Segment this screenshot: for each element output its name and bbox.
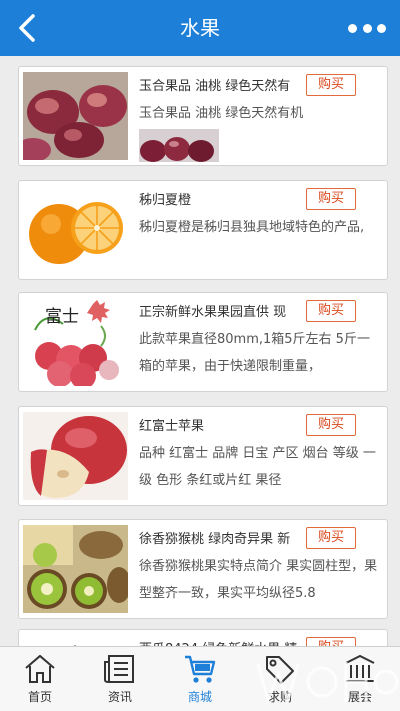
product-card[interactable]: 红富士苹果 购买 品种 红富士 品牌 日宝 产区 烟台 等级 一级 色形 条红或… [18, 406, 388, 506]
more-dots-icon [348, 23, 357, 33]
buy-button[interactable]: 购买 [306, 74, 356, 96]
product-card[interactable]: 徐香猕猴桃 绿肉奇异果 新 购买 徐香猕猴桃果实特点简介 果实圆柱型，果型整齐一… [18, 519, 388, 619]
buy-button[interactable]: 购买 [306, 188, 356, 210]
red-apple-image [23, 412, 128, 500]
tab-label: 商城 [187, 690, 212, 704]
nectarine-detail-image [139, 129, 219, 162]
product-name[interactable]: 红富士苹果 [139, 415, 303, 434]
product-list[interactable]: 玉合果品 油桃 绿色天然有 购买 玉合果品 油桃 绿色天然有机 秭归夏橙 购买 … [0, 56, 400, 646]
top-bar: 水果 [0, 0, 400, 56]
orange-image [23, 186, 128, 274]
product-name[interactable]: 徐香猕猴桃 绿肉奇异果 新 [139, 528, 303, 547]
nectarine-image [23, 72, 128, 160]
exhibition-icon [345, 654, 375, 682]
product-card[interactable]: 富士 正宗新鲜水果果园直供 现 购买 此款苹果直径80mm,1箱5斤左右 5斤一… [18, 292, 388, 392]
cart-icon [185, 655, 216, 683]
product-name[interactable]: 秭归夏橙 [139, 189, 303, 208]
tab-exhibition[interactable]: 展会 [320, 647, 400, 711]
product-image[interactable] [23, 525, 128, 613]
product-card[interactable]: 秭归夏橙 购买 秭归夏橙是秭归县独具地域特色的产品, [18, 180, 388, 280]
product-description: 玉合果品 油桃 绿色天然有机 [139, 106, 304, 121]
product-image[interactable]: 富士 [23, 298, 128, 386]
news-icon [104, 655, 134, 683]
tab-label: 求购 [267, 690, 292, 704]
buy-button[interactable]: 购买 [306, 414, 356, 436]
product-card[interactable]: 玉合果品 油桃 绿色天然有 购买 玉合果品 油桃 绿色天然有机 [18, 66, 388, 166]
kiwi-image [23, 525, 128, 613]
buy-button[interactable]: 购买 [306, 300, 356, 322]
home-icon [25, 654, 55, 683]
product-name[interactable]: 正宗新鲜水果果园直供 现 [139, 301, 303, 320]
more-button[interactable] [348, 18, 386, 38]
tab-news[interactable]: 资讯 [80, 647, 160, 711]
bottom-tab-bar: 首页 资讯 商城 求购 展会 [0, 646, 400, 711]
tab-label: 资讯 [107, 690, 132, 704]
tag-icon [266, 656, 294, 684]
tab-label: 展会 [347, 690, 372, 704]
buy-button[interactable]: 购买 [306, 637, 356, 646]
product-description: 徐香猕猴桃果实特点简介 果实圆柱型，果型整齐一致，果实平均纵径5.8 [139, 559, 378, 601]
page-title: 水果 [180, 16, 220, 40]
product-image[interactable] [23, 72, 128, 160]
tab-purchase[interactable]: 求购 [240, 647, 320, 711]
tab-home[interactable]: 首页 [0, 647, 80, 711]
buy-button[interactable]: 购买 [306, 527, 356, 549]
product-image[interactable] [23, 635, 128, 646]
product-name[interactable]: 玉合果品 油桃 绿色天然有 [139, 75, 303, 94]
product-image[interactable] [23, 186, 128, 274]
product-card[interactable]: 西瓜8424 绿色新鲜水果 精 购买 [18, 629, 388, 646]
tab-label: 首页 [27, 690, 52, 704]
tab-mall[interactable]: 商城 [160, 647, 240, 711]
image-caption: 富士 [45, 307, 79, 327]
product-description: 品种 红富士 品牌 日宝 产区 烟台 等级 一级 色形 条红或片红 果径 [139, 446, 376, 488]
watermelon-image [23, 635, 128, 646]
product-description: 秭归夏橙是秭归县独具地域特色的产品, [139, 220, 365, 235]
product-description: 此款苹果直径80mm,1箱5斤左右 5斤一箱的苹果，由于快递限制重量， [139, 332, 370, 374]
product-image[interactable] [23, 412, 128, 500]
product-name[interactable]: 西瓜8424 绿色新鲜水果 精 [139, 638, 303, 646]
